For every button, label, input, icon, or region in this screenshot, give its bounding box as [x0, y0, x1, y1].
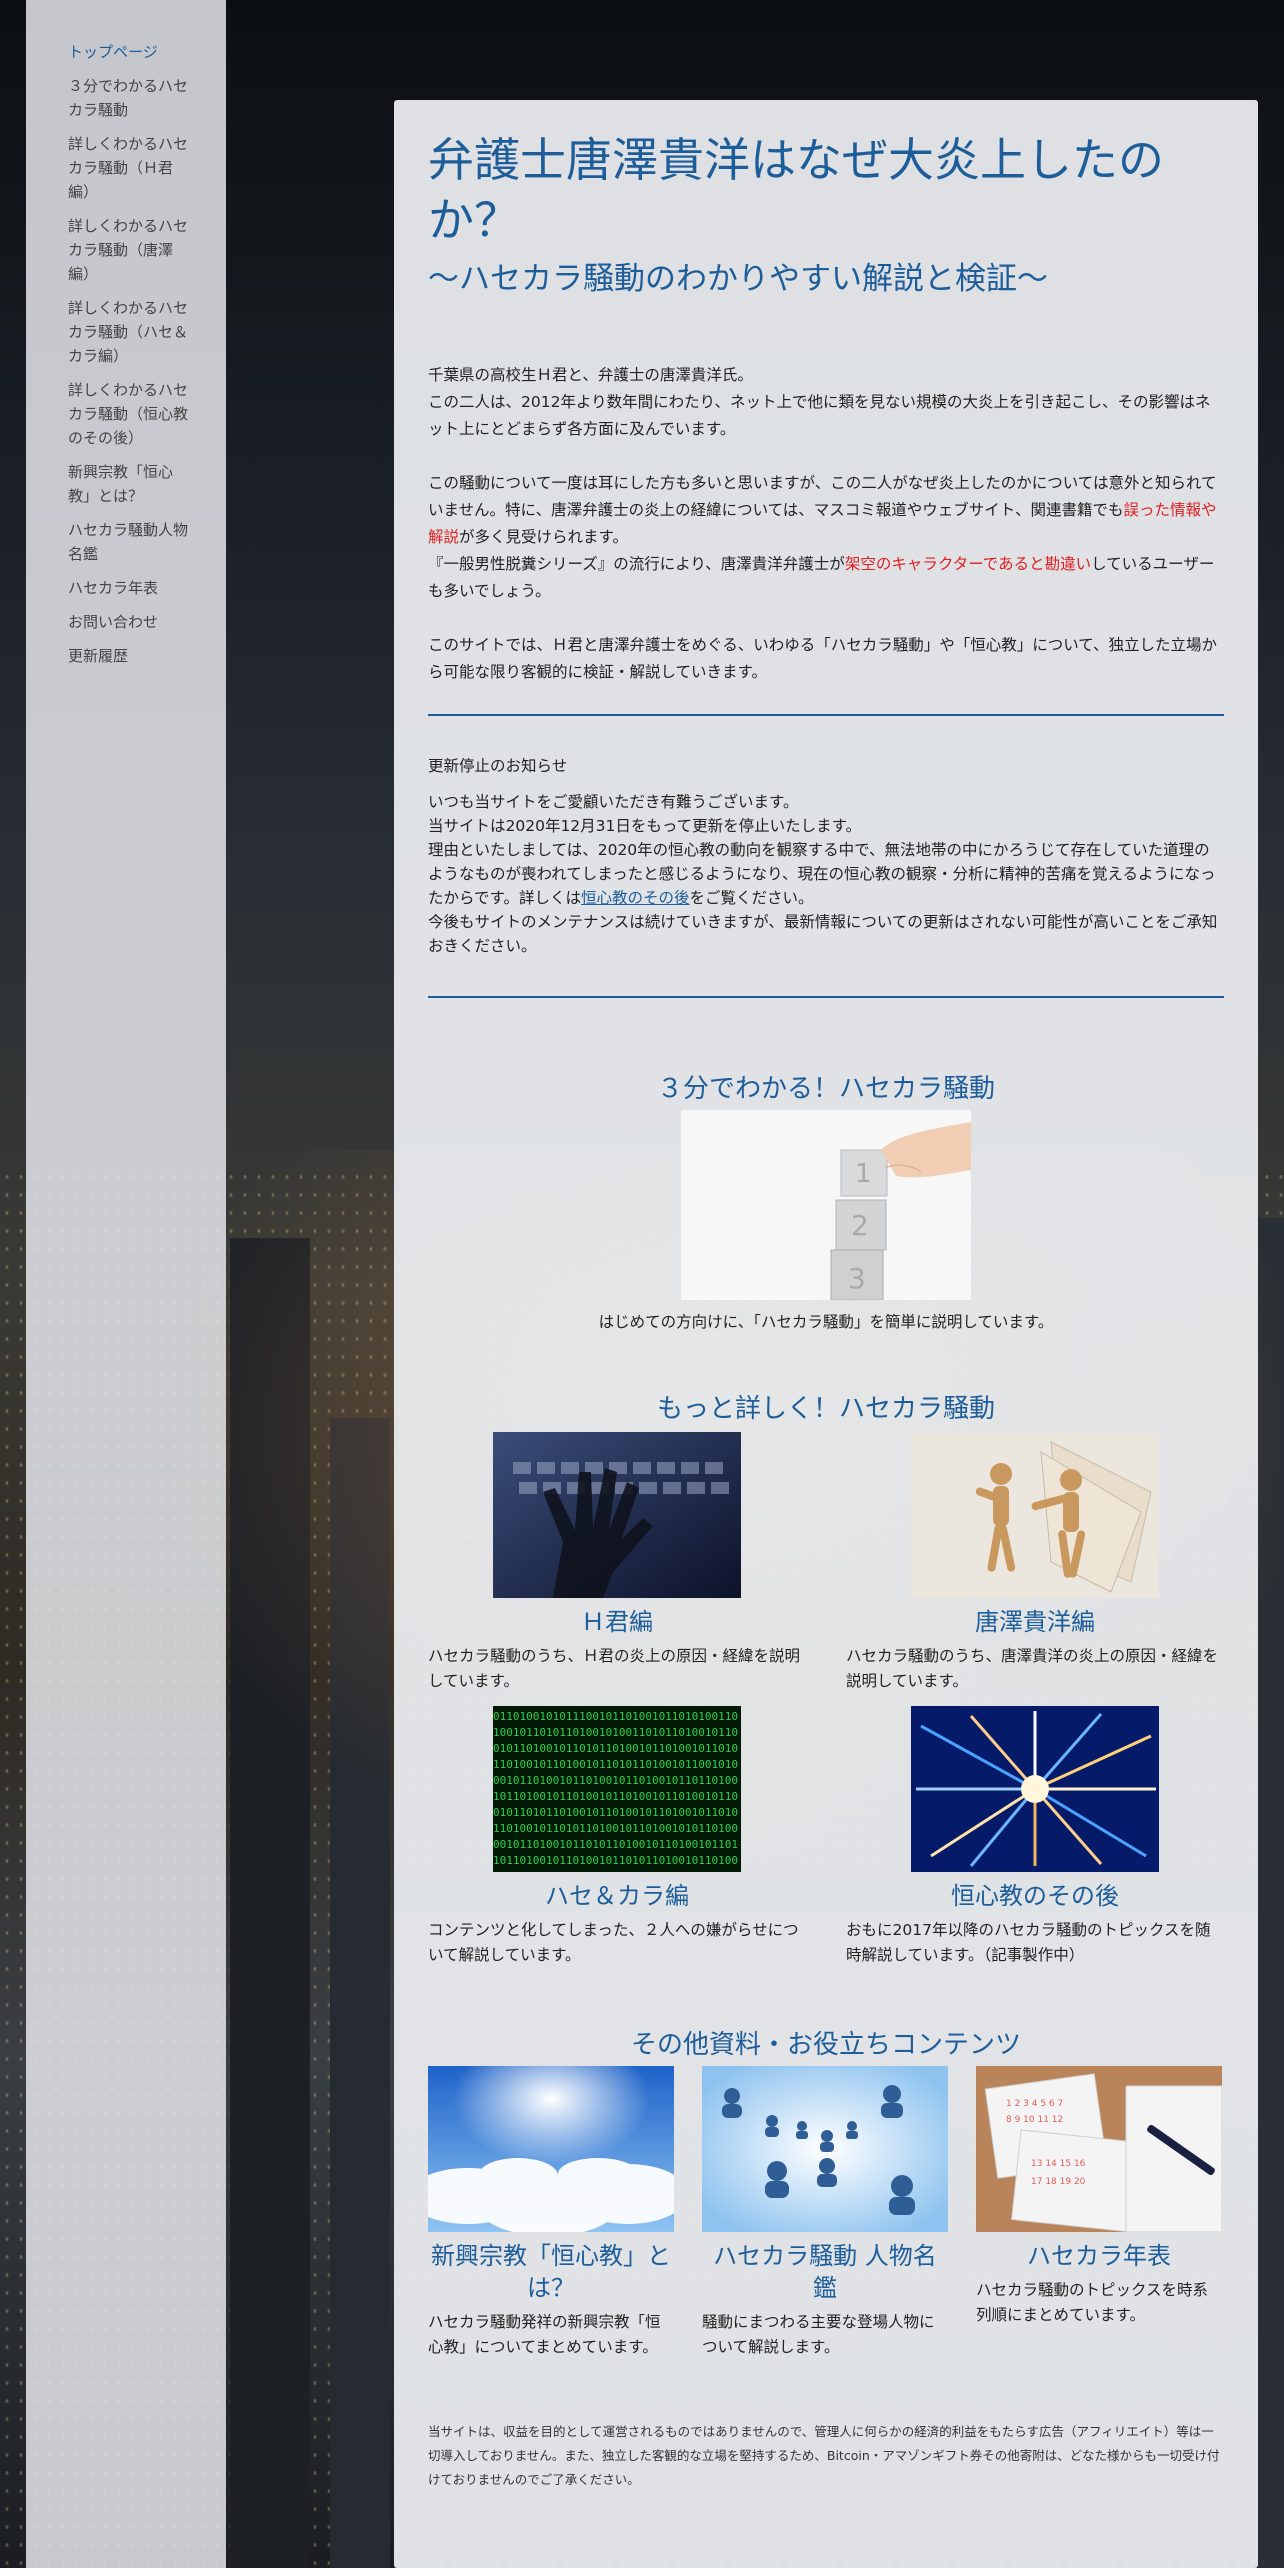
hand-keyboard-image[interactable]: [493, 1432, 741, 1598]
notice-line: 理由といたしましては、2020年の恒心教の動向を観察する中で、無法地帯の中にかろ…: [428, 841, 1216, 907]
intro-line: 『一般男性脱糞シリーズ』の流行により、唐澤貴洋弁護士が: [428, 555, 845, 573]
section-detail: もっと詳しく！ハセカラ騒動 Ｈ君編 ハセカラ騒動のうち、Ｈ君の炎上の原因・経緯を…: [428, 1392, 1224, 1968]
card-title[interactable]: Ｈ君編: [428, 1606, 806, 1638]
card-timeline: 1 2 3 4 5 6 7 8 9 10 11 12 13 14 15 16 1…: [976, 2066, 1222, 2360]
mannequin-money-image[interactable]: [911, 1432, 1159, 1598]
section-heading[interactable]: ３分でわかる！ハセカラ騒動: [428, 1072, 1224, 1106]
card-description: 騒動にまつわる主要な登場人物について解説します。: [702, 2313, 935, 2356]
card-description: ハセカラ騒動のうち、唐澤貴洋の炎上の原因・経緯を説明しています。: [846, 1647, 1219, 1690]
svg-text:8 9 10 11 12: 8 9 10 11 12: [1006, 2115, 1063, 2125]
emphasis-text: 架空のキャラクターであると勘違い: [844, 555, 1092, 573]
section-heading: その他資料・お役立ちコンテンツ: [630, 2030, 1021, 2060]
intro-line: このサイトでは、Ｈ君と唐澤弁護士をめぐる、いわゆる「ハセカラ騒動」や「恒心教」に…: [428, 636, 1217, 681]
svg-text:010110100101101011010010110100: 0101101001011010110100101101001011010: [493, 1742, 738, 1755]
section-heading: もっと詳しく！ハセカラ騒動: [656, 1394, 995, 1424]
svg-text:110100101101011010010110100101: 1101001011010110100101101001010110100: [493, 1822, 738, 1835]
sky-clouds-image[interactable]: [428, 2066, 674, 2232]
binary-code-image[interactable]: 0110100101011100101101001011010100110 10…: [493, 1706, 741, 1872]
divider: [428, 996, 1224, 998]
card-hase-kara: 0110100101011100101101001011010100110 10…: [428, 1706, 806, 1968]
svg-text:101101001011010010110101101001: 1011010010110100101101011010010110100: [493, 1854, 738, 1867]
svg-text:2: 2: [851, 1209, 869, 1242]
main-content: 弁護士唐澤貴洋はなぜ大炎上したのか？ ～ハセカラ騒動のわかりやすい解説と検証～ …: [394, 100, 1258, 2568]
sidebar: トップページ ３分でわかるハセカラ騒動 詳しくわかるハセカラ騒動（Ｈ君編） 詳し…: [26, 0, 226, 2568]
intro-line: この騒動について一度は耳にした方も多いと思いますが、この二人がなぜ炎上したのかに…: [428, 474, 1217, 519]
svg-text:1: 1: [855, 1159, 872, 1189]
sidebar-item-3min[interactable]: ３分でわかるハセカラ騒動: [68, 74, 188, 122]
notice-line: 当サイトは2020年12月31日をもって更新を停止いたします。: [428, 817, 862, 835]
card-title[interactable]: ハセカラ年表: [976, 2240, 1222, 2272]
card-title[interactable]: 新興宗教「恒心教」とは？: [428, 2240, 674, 2304]
page-title: 弁護士唐澤貴洋はなぜ大炎上したのか？: [428, 133, 1164, 247]
card-description: ハセカラ騒動のうち、Ｈ君の炎上の原因・経緯を説明しています。: [428, 1647, 801, 1690]
notice-line: をご覧ください。: [689, 889, 814, 907]
intro-text: 千葉県の高校生Ｈ君と、弁護士の唐澤貴洋氏。 この二人は、2012年より数年間にわ…: [428, 362, 1224, 686]
svg-text:1 2 3 4 5 6 7: 1 2 3 4 5 6 7: [1006, 2099, 1063, 2109]
sidebar-item-top[interactable]: トップページ: [68, 40, 188, 64]
intro-line: が多く見受けられます。: [459, 528, 628, 546]
sidebar-item-history[interactable]: 更新履歴: [68, 644, 188, 668]
svg-text:101101001011010010110100101101: 1011010010110100101101001011010010110: [493, 1790, 738, 1803]
notice-title: 更新停止のお知らせ: [428, 757, 568, 775]
dice-image[interactable]: 1 2 3: [681, 1110, 971, 1300]
sidebar-item-contact[interactable]: お問い合わせ: [68, 610, 188, 634]
card-title[interactable]: 恒心教のその後: [846, 1880, 1224, 1912]
notice-line: いつも当サイトをご愛顧いただき有難うございます。: [428, 793, 799, 811]
card-title[interactable]: ハセカラ騒動 人物名鑑: [702, 2240, 948, 2304]
card-people: ハセカラ騒動 人物名鑑 騒動にまつわる主要な登場人物について解説します。: [702, 2066, 948, 2360]
intro-line: この二人は、2012年より数年間にわたり、ネット上で他に類を見ない規模の大炎上を…: [428, 393, 1211, 438]
svg-text:001011010010110100101101001011: 0010110100101101001011010010110110100: [493, 1774, 738, 1787]
svg-text:110100101101001011010110100101: 1101001011010010110101101001011001010: [493, 1758, 738, 1771]
card-description: おもに2017年以降のハセカラ騒動のトピックスを随時解説しています。（記事製作中…: [846, 1921, 1211, 1964]
sidebar-item-hase-kara[interactable]: 詳しくわかるハセカラ騒動（ハセ＆カラ編）: [68, 296, 188, 368]
card-description: ハセカラ騒動発祥の新興宗教「恒心教」についてまとめています。: [428, 2313, 661, 2356]
section-3min: ３分でわかる！ハセカラ騒動 1 2 3 はじめての方向けに、「ハセカラ騒動」を簡…: [428, 1072, 1224, 1332]
footer-disclaimer: 当サイトは、収益を目的として運営されるものではありませんので、管理人に何らかの経…: [428, 2424, 1220, 2487]
intro-line: 千葉県の高校生Ｈ君と、弁護士の唐澤貴洋氏。: [428, 366, 753, 384]
card-title[interactable]: ハセ＆カラ編: [428, 1880, 806, 1912]
light-burst-image[interactable]: [911, 1706, 1159, 1872]
card-koushinkyo: 新興宗教「恒心教」とは？ ハセカラ騒動発祥の新興宗教「恒心教」についてまとめてい…: [428, 2066, 674, 2360]
calendar-pen-image[interactable]: 1 2 3 4 5 6 7 8 9 10 11 12 13 14 15 16 1…: [976, 2066, 1222, 2232]
svg-text:100101101011010010100110101101: 1001011010110100101001101011010010110: [493, 1726, 738, 1739]
sidebar-item-timeline[interactable]: ハセカラ年表: [68, 576, 188, 600]
svg-text:010110101101001011010010110100: 0101101011010010110100101101001011010: [493, 1806, 738, 1819]
notice-line: 今後もサイトのメンテナンスは続けていきますが、最新情報についての更新はされない可…: [428, 913, 1218, 955]
koushinkyo-after-link[interactable]: 恒心教のその後: [581, 889, 690, 907]
sidebar-item-people[interactable]: ハセカラ騒動人物名鑑: [68, 518, 188, 566]
card-h-kun: Ｈ君編 ハセカラ騒動のうち、Ｈ君の炎上の原因・経緯を説明しています。: [428, 1432, 806, 1694]
page-subtitle: ～ハセカラ騒動のわかりやすい解説と検証～: [428, 261, 1048, 297]
card-koushinkyo-after: 恒心教のその後 おもに2017年以降のハセカラ騒動のトピックスを随時解説していま…: [846, 1706, 1224, 1968]
card-karasawa: 唐澤貴洋編 ハセカラ騒動のうち、唐澤貴洋の炎上の原因・経緯を説明しています。: [846, 1432, 1224, 1694]
card-description: ハセカラ騒動のトピックスを時系列順にまとめています。: [976, 2281, 1209, 2324]
svg-text:011010010101110010110100101101: 0110100101011100101101001011010100110: [493, 1710, 738, 1723]
card-description: コンテンツと化してしまった、２人への嫌がらせについて解説しています。: [428, 1921, 799, 1964]
sidebar-item-koushinkyo-after[interactable]: 詳しくわかるハセカラ騒動（恒心教のその後）: [68, 378, 188, 450]
svg-text:13 14 15 16: 13 14 15 16: [1031, 2159, 1086, 2169]
sidebar-item-koushinkyo[interactable]: 新興宗教「恒心教」とは？: [68, 460, 188, 508]
svg-text:3: 3: [848, 1262, 866, 1295]
svg-text:17 18 19 20: 17 18 19 20: [1031, 2177, 1086, 2187]
svg-text:001011010010110101101001011010: 0010110100101101011010010110100101101: [493, 1838, 738, 1851]
sidebar-item-h-kun[interactable]: 詳しくわかるハセカラ騒動（Ｈ君編）: [68, 132, 188, 204]
card-title[interactable]: 唐澤貴洋編: [846, 1606, 1224, 1638]
notice-box: 更新停止のお知らせ いつも当サイトをご愛顧いただき有難うございます。 当サイトは…: [428, 716, 1224, 996]
people-network-image[interactable]: [702, 2066, 948, 2232]
section-resources: その他資料・お役立ちコンテンツ 新興宗教「恒心教」とは？ ハセカラ騒動発祥の新興…: [428, 2028, 1224, 2360]
sidebar-item-karasawa[interactable]: 詳しくわかるハセカラ騒動（唐澤編）: [68, 214, 188, 286]
section-caption: はじめての方向けに、「ハセカラ騒動」を簡単に説明しています。: [598, 1313, 1054, 1331]
